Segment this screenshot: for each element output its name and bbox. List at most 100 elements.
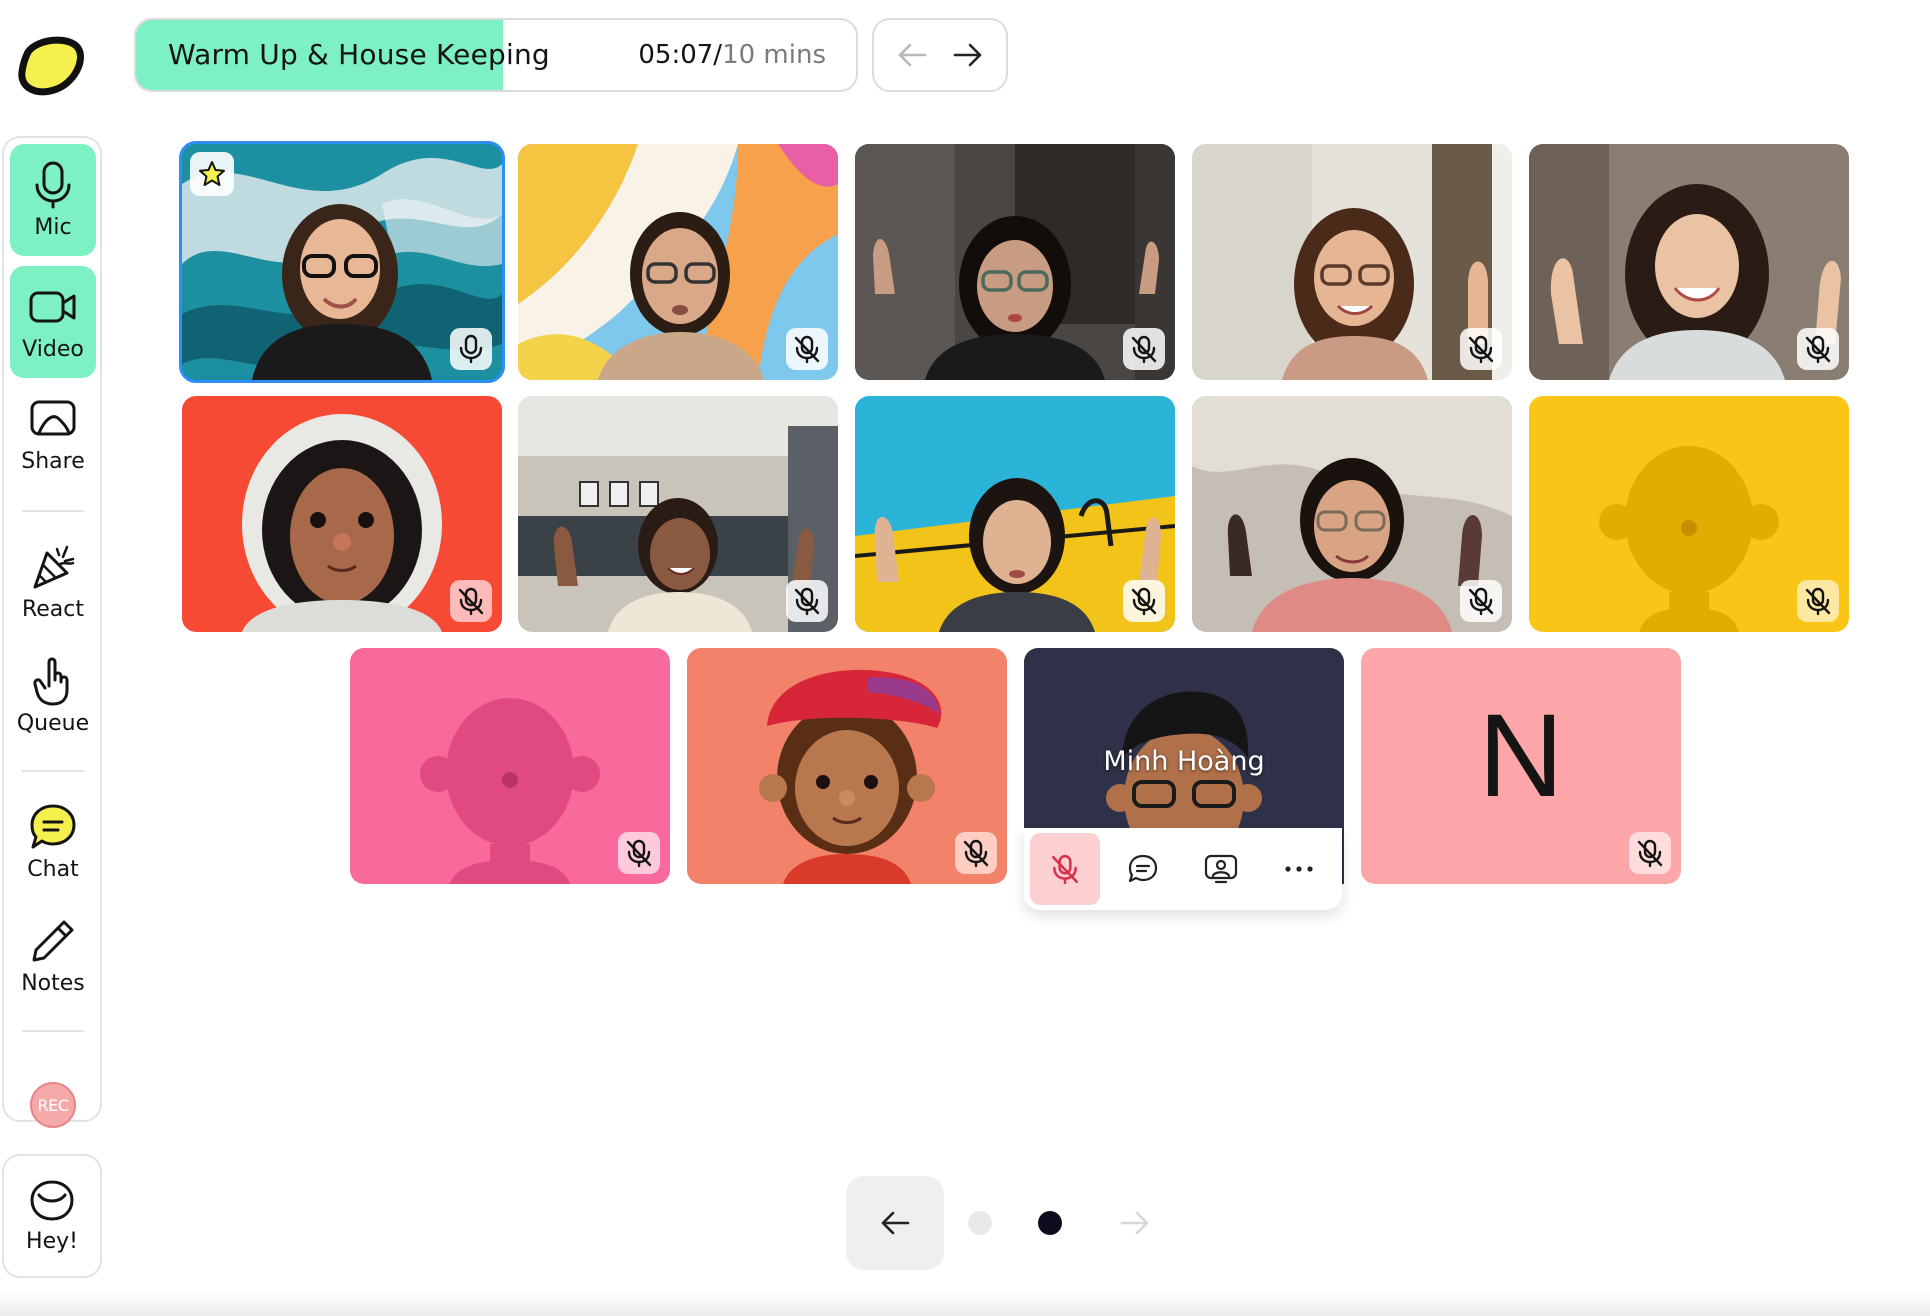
chat-bubble-icon	[1128, 854, 1158, 883]
video-camera-icon	[29, 291, 76, 322]
mic-muted-icon	[1805, 587, 1831, 616]
agenda-elapsed: 05:07	[638, 40, 714, 70]
mic-muted-badge	[1460, 580, 1502, 622]
video-button[interactable]: Video	[10, 266, 96, 378]
app-logo	[18, 36, 84, 96]
agenda-timer: 05:07/10 mins	[638, 20, 826, 90]
mic-label: Mic	[34, 214, 72, 240]
mic-muted-icon	[1051, 854, 1079, 885]
page-dot-1[interactable]	[968, 1211, 992, 1235]
mic-muted-icon	[794, 335, 820, 364]
hey-button[interactable]: Hey!	[2, 1154, 102, 1278]
hey-label: Hey!	[26, 1228, 78, 1254]
star-icon	[199, 161, 225, 186]
toolbar-divider	[22, 1030, 84, 1032]
participant-tile[interactable]	[182, 396, 502, 632]
microphone-icon	[35, 161, 71, 208]
participant-tile[interactable]	[350, 648, 670, 884]
mic-muted-badge	[1123, 580, 1165, 622]
mic-muted-badge	[1123, 328, 1165, 370]
party-popper-icon	[33, 545, 75, 588]
participant-tile[interactable]	[179, 141, 505, 383]
more-options-button[interactable]	[1264, 833, 1334, 905]
record-button[interactable]: REC	[30, 1082, 76, 1128]
mic-muted-icon	[1468, 587, 1494, 616]
queue-label: Queue	[16, 710, 90, 736]
participant-tile[interactable]	[1192, 144, 1512, 380]
agenda-prev-button[interactable]	[888, 31, 936, 79]
mic-muted-badge	[1629, 832, 1671, 874]
participant-action-bar	[1024, 828, 1342, 910]
arrow-right-icon	[1120, 1211, 1149, 1235]
agenda-nav	[872, 18, 1008, 92]
mic-muted-icon	[794, 587, 820, 616]
mic-muted-badge	[786, 328, 828, 370]
mic-muted-icon	[1131, 587, 1157, 616]
video-label: Video	[22, 336, 84, 362]
chat-button[interactable]: Chat	[10, 786, 96, 898]
mic-muted-icon	[963, 839, 989, 868]
share-screen-icon	[30, 400, 76, 435]
page-dot-2[interactable]	[1038, 1211, 1062, 1235]
notes-button[interactable]: Notes	[10, 900, 96, 1012]
agenda-title: Warm Up & House Keeping	[168, 38, 550, 71]
arrow-left-icon	[898, 43, 927, 67]
mic-muted-icon	[1805, 335, 1831, 364]
mic-muted-icon	[1637, 839, 1663, 868]
page-prev-button[interactable]	[846, 1176, 944, 1270]
page-next-button[interactable]	[1086, 1176, 1184, 1270]
participant-tile[interactable]	[855, 144, 1175, 380]
agenda-separator: /	[713, 40, 723, 70]
mic-muted-icon	[626, 839, 652, 868]
participant-tile[interactable]: N	[1361, 648, 1681, 884]
participant-tile[interactable]	[1529, 396, 1849, 632]
notes-label: Notes	[21, 970, 85, 996]
profile-card-icon	[1204, 854, 1238, 884]
participant-tile[interactable]	[518, 396, 838, 632]
mic-muted-badge	[1797, 328, 1839, 370]
react-label: React	[21, 596, 85, 622]
participant-tile[interactable]	[1529, 144, 1849, 380]
queue-button[interactable]: Queue	[10, 640, 96, 752]
mic-muted-badge	[618, 832, 660, 874]
wave-bubble-icon	[30, 1179, 74, 1221]
participant-initial: N	[1478, 690, 1564, 822]
mic-muted-badge	[450, 580, 492, 622]
bottom-edge	[0, 1290, 1930, 1316]
mic-on-badge	[450, 328, 492, 370]
mic-muted-icon	[1468, 335, 1494, 364]
mic-muted-icon	[1131, 335, 1157, 364]
participant-tile[interactable]	[518, 144, 838, 380]
toolbar-divider	[22, 510, 84, 512]
pencil-icon	[32, 920, 74, 961]
share-button[interactable]: Share	[10, 378, 96, 490]
mute-participant-button[interactable]	[1030, 833, 1100, 905]
agenda-next-button[interactable]	[944, 31, 992, 79]
spotlight-participant-button[interactable]	[1186, 833, 1256, 905]
more-horizontal-icon	[1285, 866, 1313, 872]
participant-tile[interactable]	[855, 396, 1175, 632]
participant-name: Minh Hoàng	[1103, 746, 1265, 777]
arrow-right-icon	[953, 43, 982, 67]
microphone-icon	[459, 334, 483, 364]
raised-hand-icon	[33, 657, 69, 705]
host-star-badge	[190, 152, 234, 196]
message-participant-button[interactable]	[1108, 833, 1178, 905]
react-button[interactable]: React	[10, 526, 96, 638]
mic-button[interactable]: Mic	[10, 144, 96, 256]
share-label: Share	[21, 448, 85, 474]
mic-muted-badge	[1797, 580, 1839, 622]
mic-muted-badge	[1460, 328, 1502, 370]
arrow-left-icon	[881, 1211, 910, 1235]
agenda-total: 10 mins	[722, 40, 826, 70]
agenda-progress[interactable]: Warm Up & House Keeping 05:07/10 mins	[134, 18, 858, 92]
mic-muted-badge	[786, 580, 828, 622]
chat-label: Chat	[27, 856, 79, 882]
participant-tile[interactable]	[687, 648, 1007, 884]
mic-muted-icon	[458, 587, 484, 616]
side-toolbar: Mic Video Share React Queue Chat Notes R…	[2, 136, 102, 1128]
participant-tile[interactable]	[1192, 396, 1512, 632]
chat-bubble-icon	[30, 804, 76, 848]
toolbar-divider	[22, 770, 84, 772]
mic-muted-badge	[955, 832, 997, 874]
